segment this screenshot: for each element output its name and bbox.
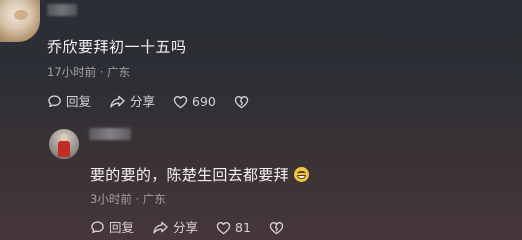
- comment-bubble-icon: [48, 95, 61, 108]
- share-button[interactable]: 分享: [109, 94, 155, 109]
- like-count: 690: [192, 93, 216, 109]
- share-label: 分享: [130, 93, 156, 109]
- comment-meta: 17小时前 · 广东: [47, 65, 131, 79]
- like-count: 81: [235, 219, 251, 235]
- reply-text: 要的要的，陈楚生回去都要拜: [90, 166, 289, 184]
- share-arrow-icon: [110, 95, 125, 108]
- username-blurred: [47, 4, 77, 16]
- comment-bubble-icon: [91, 221, 104, 234]
- broken-heart-icon: [234, 95, 249, 108]
- reply-comment-text: 要的要的，陈楚生回去都要拜: [90, 164, 309, 185]
- like-button[interactable]: 81: [216, 219, 251, 235]
- comment-actions: 回复 分享 690: [47, 94, 271, 109]
- reply-label: 回复: [109, 219, 135, 235]
- like-button[interactable]: 690: [173, 93, 216, 109]
- reply-label: 回复: [66, 93, 92, 109]
- broken-heart-icon: [269, 221, 284, 234]
- dislike-button[interactable]: [269, 221, 288, 235]
- avatar[interactable]: [0, 0, 40, 42]
- comment-text: 乔欣要拜初一十五吗: [47, 38, 187, 56]
- share-arrow-icon: [153, 221, 168, 234]
- reply-comment-meta: 3小时前 · 广东: [90, 192, 166, 206]
- reply-username-blurred: [89, 128, 131, 140]
- grinning-face-emoji-icon: [293, 167, 309, 182]
- heart-icon: [216, 221, 231, 234]
- dislike-button[interactable]: [234, 95, 253, 109]
- avatar-figure-body: [58, 141, 70, 157]
- share-button[interactable]: 分享: [152, 220, 198, 235]
- reply-comment-actions: 回复 分享 81: [90, 220, 306, 235]
- reply-avatar[interactable]: [49, 129, 79, 159]
- avatar-image-detail: [14, 10, 28, 20]
- heart-icon: [173, 95, 188, 108]
- share-label: 分享: [173, 219, 199, 235]
- reply-button[interactable]: 回复: [90, 220, 134, 235]
- reply-button[interactable]: 回复: [47, 94, 91, 109]
